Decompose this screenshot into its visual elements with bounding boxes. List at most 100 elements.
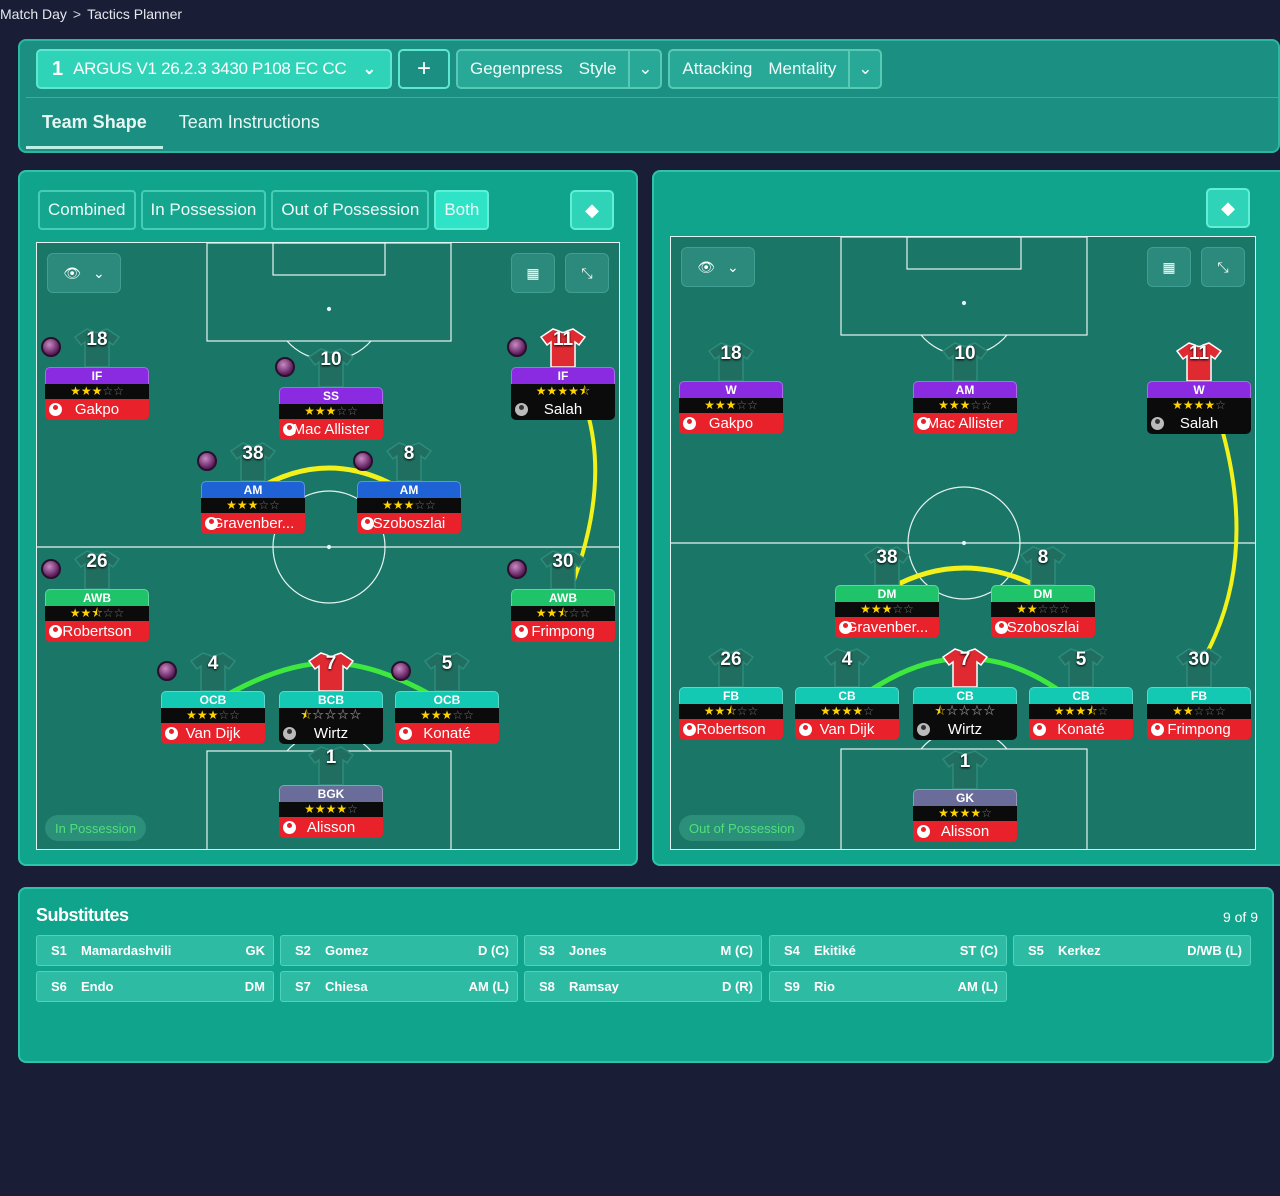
person-icon [1151,417,1164,430]
add-tactic-button[interactable]: + [398,49,450,89]
player-card[interactable]: 11 W ★★★★☆ Salah [1147,342,1251,434]
player-card[interactable]: 8 AM ★★★☆☆ Szoboszlai [353,442,461,534]
player-name: Robertson [45,621,149,642]
player-card[interactable]: 4 OCB ★★★☆☆ Van Dijk [157,652,265,744]
tactic-diamond-icon[interactable]: ◆ [1206,188,1250,228]
person-icon [49,625,62,638]
rating-stars: ⯪☆☆☆☆ [913,704,1017,719]
player-name: Gravenber... [835,617,939,638]
visibility-dropdown[interactable]: 👁 ⌄ [681,247,755,287]
tactic-header: 1 ARGUS V1 26.2.3 3430 P108 EC CC ⌄ + Ge… [18,39,1280,153]
tactic-number: 1 [52,57,64,80]
substitute-position: D/WB (L) [1187,943,1242,958]
substitute-item[interactable]: S3 Jones M (C) [524,935,762,966]
mentality-label: Mentality [768,59,837,78]
substitute-item[interactable]: S9 Rio AM (L) [769,971,1007,1002]
player-card[interactable]: 10 SS ★★★☆☆ Mac Allister [275,348,383,440]
player-card[interactable]: 26 FB ★★⯪☆☆ Robertson [679,648,783,740]
shirt-number: 1 [325,747,337,768]
player-card[interactable]: 5 CB ★★★⯪☆ Konaté [1029,648,1133,740]
substitute-item[interactable]: S2 Gomez D (C) [280,935,518,966]
tactic-name: ARGUS V1 26.2.3 3430 P108 EC CC [73,59,347,78]
shirt-number: 1 [959,751,971,772]
substitute-slot: S7 [295,979,311,994]
player-card[interactable]: 8 DM ★★☆☆☆ Szoboszlai [991,546,1095,638]
person-icon [995,621,1008,634]
player-card[interactable]: 30 FB ★★☆☆☆ Frimpong [1147,648,1251,740]
shirt-number: 11 [1188,343,1210,364]
substitute-position: GK [245,943,266,958]
style-dropdown[interactable]: Gegenpress Style ⌄ [456,49,663,89]
player-card[interactable]: 11 IF ★★★★⯪ Salah [507,328,615,420]
tab-team-instructions[interactable]: Team Instructions [163,98,336,149]
out-of-possession-panel: ◆ 👁 ⌄ ▦ ⤡ Out of Possession 18 W ★★★☆☆ Gakpo… [652,170,1280,866]
chevron-down-icon[interactable]: ⌄ [628,51,660,87]
substitute-item[interactable]: S4 Ekitiké ST (C) [769,935,1007,966]
tab-team-shape[interactable]: Team Shape [26,98,163,149]
player-card[interactable]: 10 AM ★★★☆☆ Mac Allister [913,342,1017,434]
ball-icon [275,357,295,377]
phase-both-button[interactable]: Both [434,190,490,230]
role-label: W [679,381,783,398]
player-name: Konaté [1029,719,1133,740]
role-label: OCB [161,691,265,708]
substitute-name: Jones [569,943,607,958]
substitute-slot: S6 [51,979,67,994]
rating-stars: ★★⯪☆☆ [511,606,615,621]
player-card[interactable]: 1 GK ★★★★☆ Alisson [913,750,1017,842]
substitute-item[interactable]: S5 Kerkez D/WB (L) [1013,935,1251,966]
grid-icon[interactable]: ▦ [511,253,555,293]
rating-stars: ★★★★☆ [1147,398,1251,413]
substitute-item[interactable]: S8 Ramsay D (R) [524,971,762,1002]
substitute-item[interactable]: S7 Chiesa AM (L) [280,971,518,1002]
rating-stars: ★★⯪☆☆ [679,704,783,719]
collapse-icon[interactable]: ⤡ [1201,247,1245,287]
collapse-icon[interactable]: ⤡ [565,253,609,293]
person-icon [49,403,62,416]
rating-stars: ★★★☆☆ [45,384,149,399]
player-name-text: Robertson [696,721,766,738]
player-card[interactable]: 30 AWB ★★⯪☆☆ Frimpong [507,550,615,642]
player-card[interactable]: 18 W ★★★☆☆ Gakpo [679,342,783,434]
phase-combined-button[interactable]: Combined [38,190,136,230]
player-card[interactable]: 7 BCB ⯪☆☆☆☆ Wirtz [279,652,383,744]
visibility-dropdown[interactable]: 👁 ⌄ [47,253,121,293]
phase-out-of-possession-button[interactable]: Out of Possession [271,190,430,230]
substitute-name: Rio [814,979,835,994]
player-name-text: Frimpong [1167,721,1231,738]
substitute-item[interactable]: S1 Mamardashvili GK [36,935,274,966]
player-name: Wirtz [279,723,383,744]
tactic-selector[interactable]: 1 ARGUS V1 26.2.3 3430 P108 EC CC ⌄ [36,49,392,89]
player-card[interactable]: 38 AM ★★★☆☆ Gravenber... [197,442,305,534]
role-label: CB [1029,687,1133,704]
player-card[interactable]: 38 DM ★★★☆☆ Gravenber... [835,546,939,638]
shirt-number: 10 [954,343,976,364]
player-card[interactable]: 1 BGK ★★★★☆ Alisson [279,746,383,838]
ball-icon [41,337,61,357]
player-card[interactable]: 5 OCB ★★★☆☆ Konaté [391,652,499,744]
phase-in-possession-button[interactable]: In Possession [140,190,267,230]
player-name-text: Gakpo [74,401,120,418]
player-name-text: Van Dijk [185,725,241,742]
substitute-slot: S2 [295,943,311,958]
grid-icon[interactable]: ▦ [1147,247,1191,287]
player-name: Gravenber... [201,513,305,534]
person-icon [917,723,930,736]
tactic-diamond-icon[interactable]: ◆ [570,190,614,230]
player-name: Konaté [395,723,499,744]
breadcrumb-root[interactable]: Match Day [0,6,67,22]
shirt-number: 7 [325,653,337,674]
ball-icon [353,451,373,471]
person-icon [283,727,296,740]
mentality-dropdown[interactable]: Attacking Mentality ⌄ [668,49,883,89]
player-card[interactable]: 4 CB ★★★★☆ Van Dijk [795,648,899,740]
player-card[interactable]: 7 CB ⯪☆☆☆☆ Wirtz [913,648,1017,740]
player-card[interactable]: 26 AWB ★★⯪☆☆ Robertson [41,550,149,642]
player-card[interactable]: 18 IF ★★★☆☆ Gakpo [41,328,149,420]
breadcrumb: Match Day > Tactics Planner [0,6,182,22]
ball-icon [507,559,527,579]
chevron-down-icon[interactable]: ⌄ [848,51,880,87]
person-icon [683,723,696,736]
breadcrumb-current: Tactics Planner [87,6,183,22]
substitute-item[interactable]: S6 Endo DM [36,971,274,1002]
